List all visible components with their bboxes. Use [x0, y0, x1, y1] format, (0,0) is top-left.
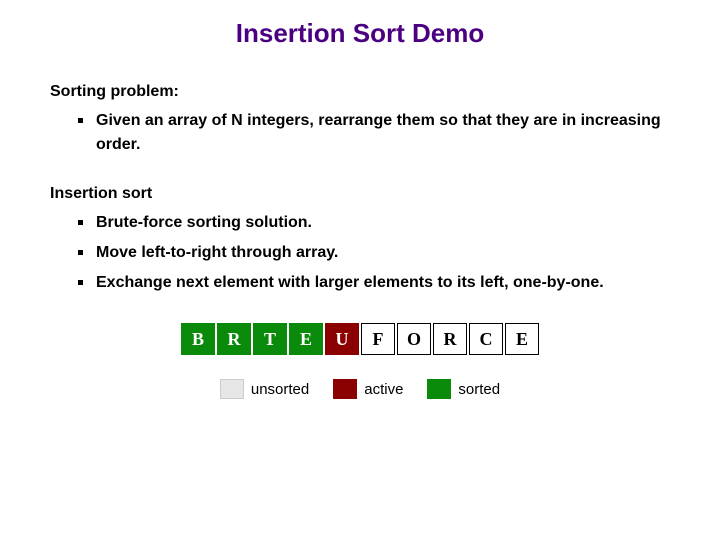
bullet-item: Given an array of N integers, rearrange …	[78, 109, 670, 157]
legend-label: sorted	[458, 381, 500, 398]
array-cell: C	[469, 323, 503, 355]
array-cell: U	[325, 323, 359, 355]
section-heading: Insertion sort	[50, 185, 670, 203]
swatch-icon	[220, 379, 244, 399]
bullet-item: Exchange next element with larger elemen…	[78, 271, 670, 295]
legend-item-unsorted: unsorted	[220, 379, 309, 399]
legend-label: active	[364, 381, 403, 398]
section-sorting-problem: Sorting problem: Given an array of N int…	[50, 83, 670, 157]
array-cell: O	[397, 323, 431, 355]
bullet-list: Brute-force sorting solution. Move left-…	[78, 211, 670, 295]
bullet-list: Given an array of N integers, rearrange …	[78, 109, 670, 157]
array-cell: E	[505, 323, 539, 355]
slide-title: Insertion Sort Demo	[50, 18, 670, 49]
legend-label: unsorted	[251, 381, 309, 398]
legend-item-active: active	[333, 379, 403, 399]
section-insertion-sort: Insertion sort Brute-force sorting solut…	[50, 185, 670, 295]
array-cell: E	[289, 323, 323, 355]
bullet-item: Move left-to-right through array.	[78, 241, 670, 265]
array-cell: B	[181, 323, 215, 355]
array-visualization: B R T E U F O R C E	[50, 323, 670, 355]
array-cell: R	[433, 323, 467, 355]
bullet-item: Brute-force sorting solution.	[78, 211, 670, 235]
swatch-icon	[427, 379, 451, 399]
section-heading: Sorting problem:	[50, 83, 670, 101]
legend: unsorted active sorted	[50, 379, 670, 399]
array-cell: R	[217, 323, 251, 355]
array-cell: T	[253, 323, 287, 355]
legend-item-sorted: sorted	[427, 379, 500, 399]
array-cell: F	[361, 323, 395, 355]
swatch-icon	[333, 379, 357, 399]
